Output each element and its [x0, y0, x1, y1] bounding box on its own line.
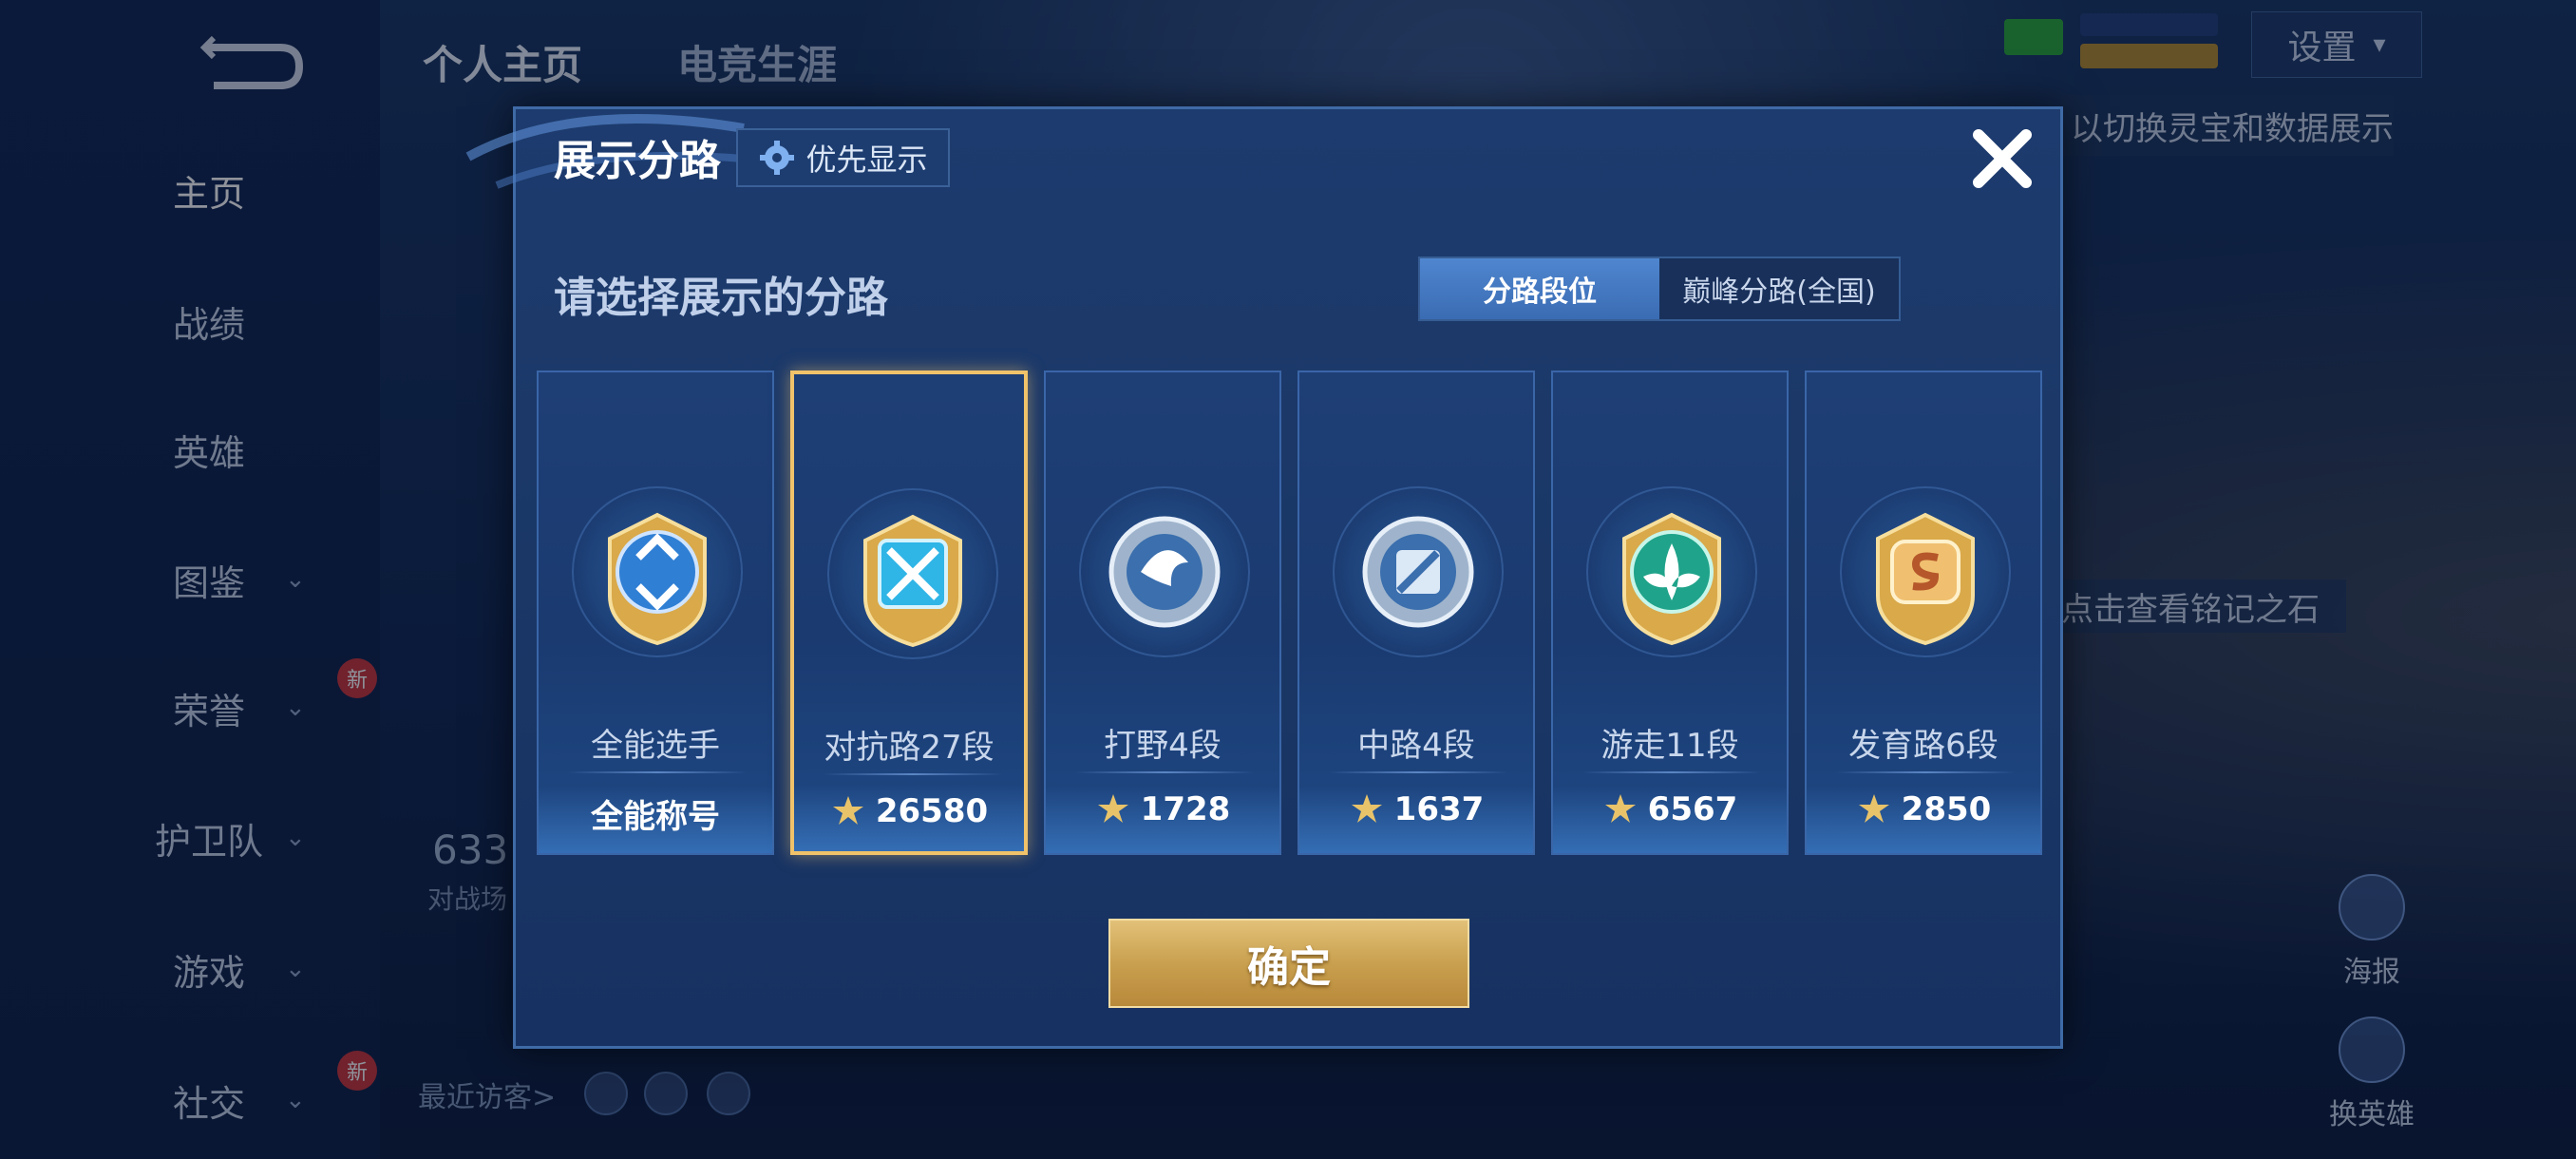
close-icon — [1973, 129, 2032, 188]
lane-card[interactable]: 中路4段 1637 — [1297, 370, 1535, 855]
priority-label: 优先显示 — [805, 142, 928, 178]
divider — [1074, 771, 1255, 773]
lane-card[interactable]: 全能选手 全能称号 — [537, 370, 774, 855]
lane-title: 游走11段 — [1601, 727, 1739, 765]
rank-score-icon — [1349, 791, 1385, 827]
confirm-button[interactable]: 确定 — [1108, 919, 1469, 1008]
rank-score-icon — [1602, 791, 1638, 827]
all-round-emblem-icon — [596, 505, 719, 648]
selection-prompt: 请选择展示的分路 — [554, 274, 888, 322]
dialog-title: 展示分路 — [554, 137, 721, 185]
lane-card[interactable]: 打野4段 1728 — [1044, 370, 1281, 855]
lane-title: 中路4段 — [1357, 727, 1475, 765]
lane-title: 打野4段 — [1104, 727, 1222, 765]
rank-mode-toggle: 分路段位 巅峰分路(全国) — [1418, 256, 1901, 321]
lane-display-dialog: 展示分路 优先显示 请选择展示的分路 分路段位 巅峰分路(全国) 全能选手全能称… — [465, 106, 2063, 1049]
lane-score: 2850 — [1807, 790, 2040, 828]
rank-score-icon — [1095, 791, 1131, 827]
gear-icon — [760, 141, 795, 175]
clash-lane-emblem-icon — [851, 507, 975, 650]
lane-score-value: 全能称号 — [591, 798, 720, 836]
mid-lane-emblem-icon — [1356, 505, 1480, 648]
close-button[interactable] — [1964, 121, 2040, 197]
lane-score-value: 1728 — [1140, 790, 1231, 828]
lane-card[interactable]: 对抗路27段 26580 — [790, 370, 1028, 855]
lane-title: 全能选手 — [591, 727, 720, 765]
divider — [567, 771, 748, 773]
lane-score-value: 26580 — [875, 792, 989, 830]
divider — [1328, 771, 1508, 773]
jungle-emblem-icon — [1103, 505, 1226, 648]
lane-score-value: 2850 — [1901, 790, 1992, 828]
lane-title: 发育路6段 — [1848, 727, 1998, 765]
lane-cards: 全能选手 全能称号 对抗路27段 26580 打野4段 1728 中路4段 1637 游走11段… — [537, 370, 2047, 855]
divider — [1582, 771, 1762, 773]
farm-lane-emblem-icon — [1864, 505, 1987, 648]
lane-score-value: 1637 — [1393, 790, 1485, 828]
lane-score: 1728 — [1046, 790, 1279, 828]
rank-score-icon — [1856, 791, 1892, 827]
lane-card[interactable]: 发育路6段 2850 — [1805, 370, 2042, 855]
lane-score: 全能称号 — [539, 790, 772, 837]
lane-score: 1637 — [1299, 790, 1533, 828]
tab-lane-rank[interactable]: 分路段位 — [1420, 258, 1659, 319]
rank-score-icon — [830, 793, 866, 829]
divider — [1835, 771, 2016, 773]
lane-score: 26580 — [794, 792, 1024, 830]
lane-score-value: 6567 — [1647, 790, 1738, 828]
roam-emblem-icon — [1610, 505, 1733, 648]
lane-card[interactable]: 游走11段 6567 — [1551, 370, 1789, 855]
priority-display-button[interactable]: 优先显示 — [736, 128, 950, 187]
divider — [823, 773, 1003, 775]
lane-title: 对抗路27段 — [824, 729, 994, 767]
tab-peak-lane-national[interactable]: 巅峰分路(全国) — [1659, 258, 1899, 319]
lane-score: 6567 — [1553, 790, 1787, 828]
